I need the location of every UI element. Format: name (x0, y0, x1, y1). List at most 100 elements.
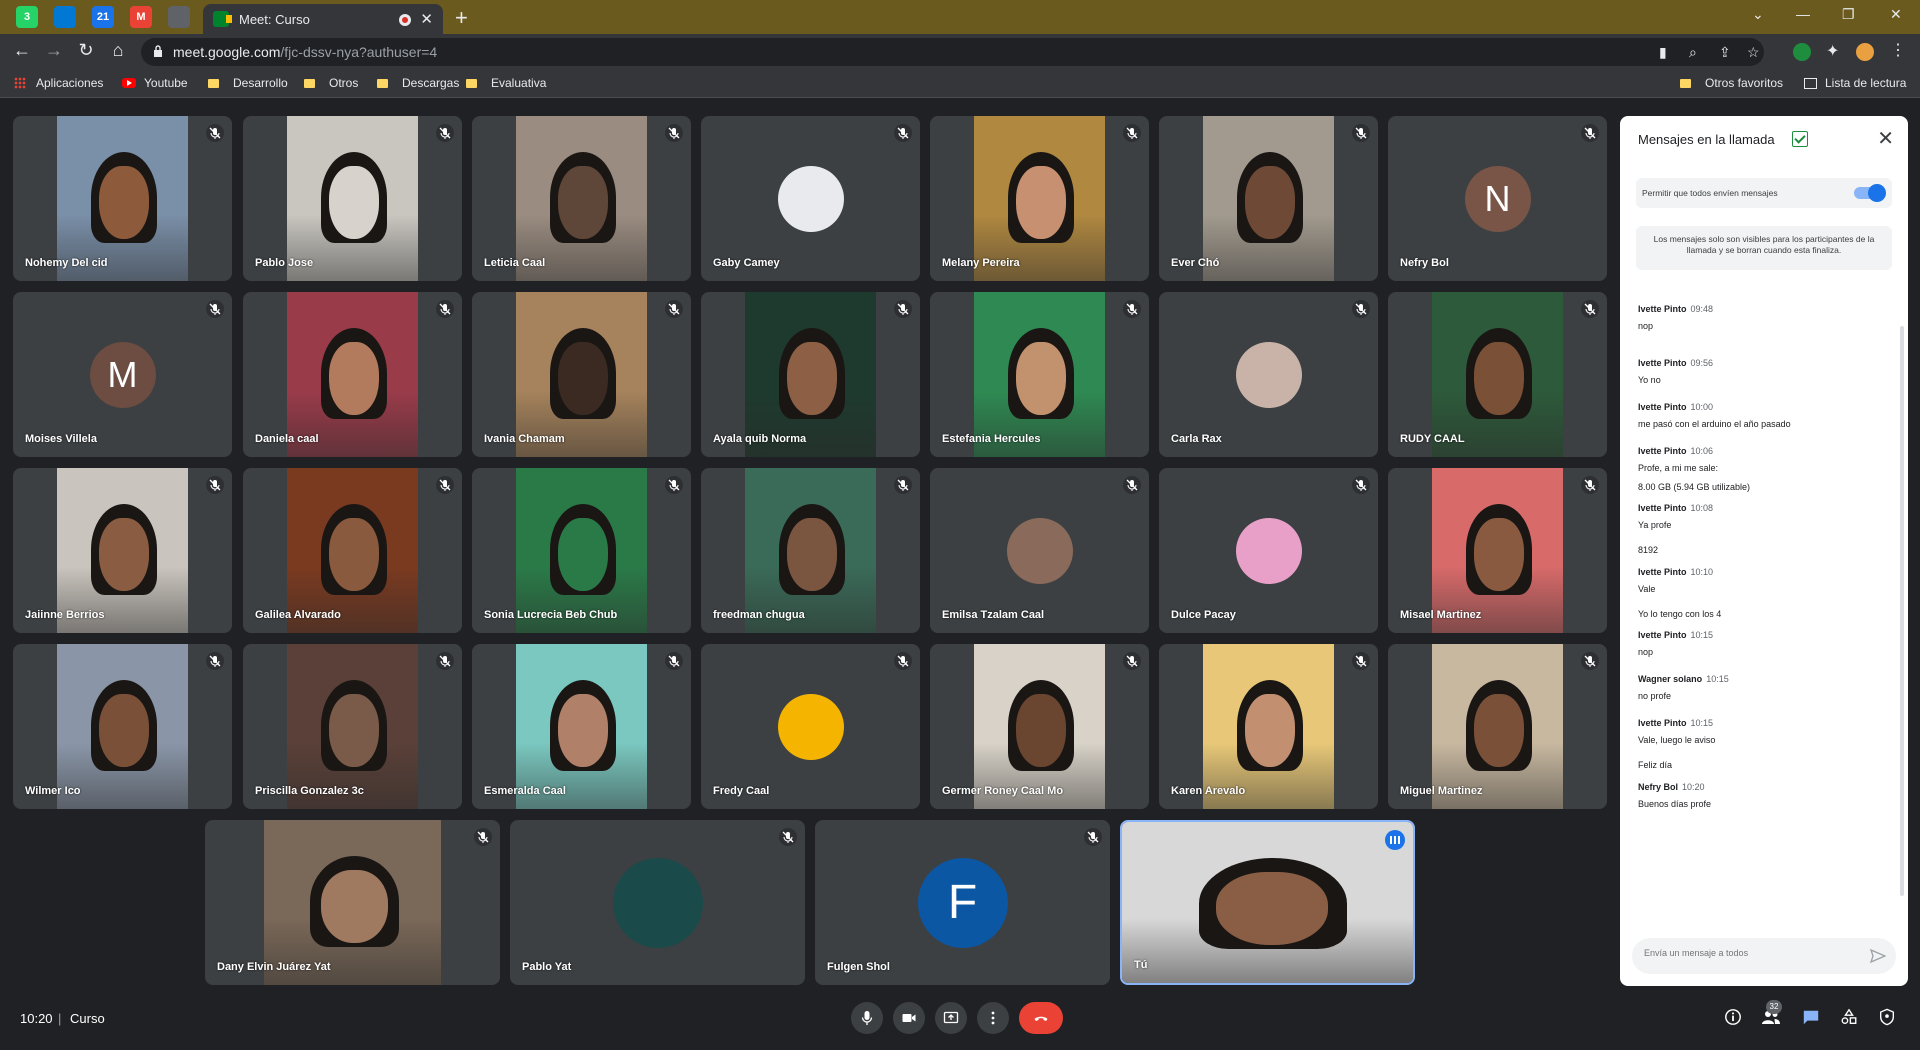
bookmark-3[interactable]: Otros (304, 76, 358, 90)
video-face-shape (329, 166, 379, 239)
participant-tile[interactable]: Pablo Yat (510, 820, 805, 985)
participant-tile[interactable]: Emilsa Tzalam Caal (930, 468, 1149, 633)
chat-message-text: me pasó con el arduino el año pasado (1638, 419, 1791, 429)
active-tab[interactable]: Meet: Curso ✕ (203, 4, 443, 34)
participant-tile[interactable]: Estefania Hercules (930, 292, 1149, 457)
tab-close-icon[interactable]: ✕ (420, 10, 433, 28)
allow-messages-toggle[interactable] (1854, 184, 1886, 202)
new-tab-button[interactable]: + (455, 5, 468, 31)
participant-tile[interactable]: Galilea Alvarado (243, 468, 462, 633)
bookmark-2[interactable]: Desarrollo (208, 76, 288, 90)
chat-message-text (1638, 532, 1713, 538)
close-icon[interactable]: ✕ (1877, 126, 1894, 151)
share-icon[interactable]: ⇪ (1719, 44, 1731, 61)
participant-avatar (1006, 517, 1073, 584)
participant-tile[interactable]: Sonia Lucrecia Beb Chub (472, 468, 691, 633)
leave-call-button[interactable] (1019, 1002, 1063, 1034)
chat-scrollbar[interactable] (1900, 326, 1904, 896)
bookmark-label: Lista de lectura (1825, 76, 1907, 90)
chat-message-text: Vale, luego le aviso (1638, 735, 1716, 745)
chat-message-header: Ivette Pinto 09:48 (1638, 304, 1713, 314)
participant-tile[interactable]: N Nefry Bol (1388, 116, 1607, 281)
chat-message-header: Ivette Pinto 09:56 (1638, 358, 1713, 368)
reload-icon[interactable]: ↻ (74, 40, 98, 61)
participant-tile[interactable]: Nohemy Del cid (13, 116, 232, 281)
activities-button[interactable] (1838, 1006, 1860, 1028)
microphone-button[interactable] (851, 1002, 883, 1034)
chat-message-text: nop (1638, 647, 1654, 657)
participant-tile[interactable]: Misael Martinez (1388, 468, 1607, 633)
profile-avatar[interactable] (1856, 43, 1874, 61)
participant-tile[interactable]: M Moises Villela (13, 292, 232, 457)
tab-search-icon[interactable]: ⌄ (1752, 6, 1764, 23)
participant-tile[interactable]: Pablo Jose (243, 116, 462, 281)
extension-check-icon[interactable] (1793, 43, 1811, 61)
chat-message: Ivette Pinto 10:08 Ya profe 8192 (1638, 503, 1713, 557)
lock-icon (154, 45, 162, 57)
mic-off-icon (1581, 652, 1599, 670)
video-face-shape (99, 166, 149, 239)
minimize-button[interactable]: — (1796, 6, 1810, 22)
meeting-details-button[interactable] (1722, 1006, 1744, 1028)
participant-tile[interactable]: freedman chugua (701, 468, 920, 633)
participant-tile[interactable]: Melany Pereira (930, 116, 1149, 281)
participant-tile[interactable]: Miguel Martinez (1388, 644, 1607, 809)
bookmark-5[interactable]: Evaluativa (466, 76, 546, 90)
participant-name: Pablo Jose (255, 257, 314, 269)
participant-tile[interactable]: Wilmer Ico (13, 644, 232, 809)
participant-tile[interactable]: Ever Chó (1159, 116, 1378, 281)
participant-tile[interactable]: Tú (1120, 820, 1415, 985)
chat-time: 10:15 (1706, 674, 1729, 684)
extensions-puzzle-icon[interactable]: ✦ (1826, 41, 1844, 60)
participant-tile[interactable]: Priscilla Gonzalez 3c (243, 644, 462, 809)
bookmark-label: Evaluativa (491, 76, 547, 90)
camera-button[interactable] (893, 1002, 925, 1034)
address-bar[interactable]: meet.google.com/fjc-dssv-nya?authuser=4 … (141, 38, 1764, 66)
home-icon[interactable]: ⌂ (106, 40, 130, 61)
gmail-icon[interactable]: M (130, 6, 152, 28)
whatsapp-icon[interactable]: 3 (16, 6, 38, 28)
participant-tile[interactable]: F Fulgen Shol (815, 820, 1110, 985)
close-window-button[interactable]: ✕ (1890, 6, 1902, 23)
participant-tile[interactable]: Daniela caal (243, 292, 462, 457)
participant-tile[interactable]: Germer Roney Caal Mo (930, 644, 1149, 809)
present-screen-button[interactable] (935, 1002, 967, 1034)
bookmark-4[interactable]: Descargas (377, 76, 459, 90)
participant-tile[interactable]: Ivania Chamam (472, 292, 691, 457)
participant-tile[interactable]: Jaiinne Berrios (13, 468, 232, 633)
participant-tile[interactable]: Leticia Caal (472, 116, 691, 281)
chat-button[interactable] (1800, 1006, 1822, 1028)
participant-tile[interactable]: Ayala quib Norma (701, 292, 920, 457)
chat-message-input[interactable] (1644, 948, 1854, 958)
zoom-icon[interactable]: ⌕ (1689, 44, 1697, 61)
participant-name: Daniela caal (255, 433, 319, 445)
browser-menu-icon[interactable]: ⋮ (1890, 40, 1908, 59)
url-host: meet.google.com (173, 44, 281, 60)
forward-icon[interactable]: → (42, 40, 66, 61)
camera-in-use-icon[interactable]: ▮ (1659, 44, 1667, 61)
restore-button[interactable]: ❐ (1842, 6, 1855, 23)
extension-icon[interactable] (168, 6, 190, 28)
bookmark-star-icon[interactable]: ☆ (1747, 44, 1760, 61)
video-face-shape (1245, 694, 1295, 767)
bookmark-7[interactable]: Lista de lectura (1804, 76, 1906, 90)
host-controls-button[interactable] (1876, 1006, 1898, 1028)
participant-tile[interactable]: Dany Elvin Juárez Yat (205, 820, 500, 985)
participant-tile[interactable]: Dulce Pacay (1159, 468, 1378, 633)
send-icon[interactable] (1870, 948, 1886, 964)
participant-tile[interactable]: Esmeralda Caal (472, 644, 691, 809)
bookmark-0[interactable]: Aplicaciones (14, 76, 103, 90)
participant-name: Wilmer Ico (25, 785, 81, 797)
more-options-button[interactable] (977, 1002, 1009, 1034)
back-icon[interactable]: ← (10, 40, 34, 61)
onedrive-icon[interactable] (54, 6, 76, 28)
participant-tile[interactable]: Karen Arevalo (1159, 644, 1378, 809)
participant-tile[interactable]: RUDY CAAL (1388, 292, 1607, 457)
calendar-icon[interactable]: 21 (92, 6, 114, 28)
mic-off-icon (1352, 300, 1370, 318)
bookmark-1[interactable]: Youtube (122, 76, 188, 90)
participant-tile[interactable]: Gaby Camey (701, 116, 920, 281)
participant-tile[interactable]: Fredy Caal (701, 644, 920, 809)
participant-tile[interactable]: Carla Rax (1159, 292, 1378, 457)
bookmark-6[interactable]: Otros favoritos (1680, 76, 1783, 90)
